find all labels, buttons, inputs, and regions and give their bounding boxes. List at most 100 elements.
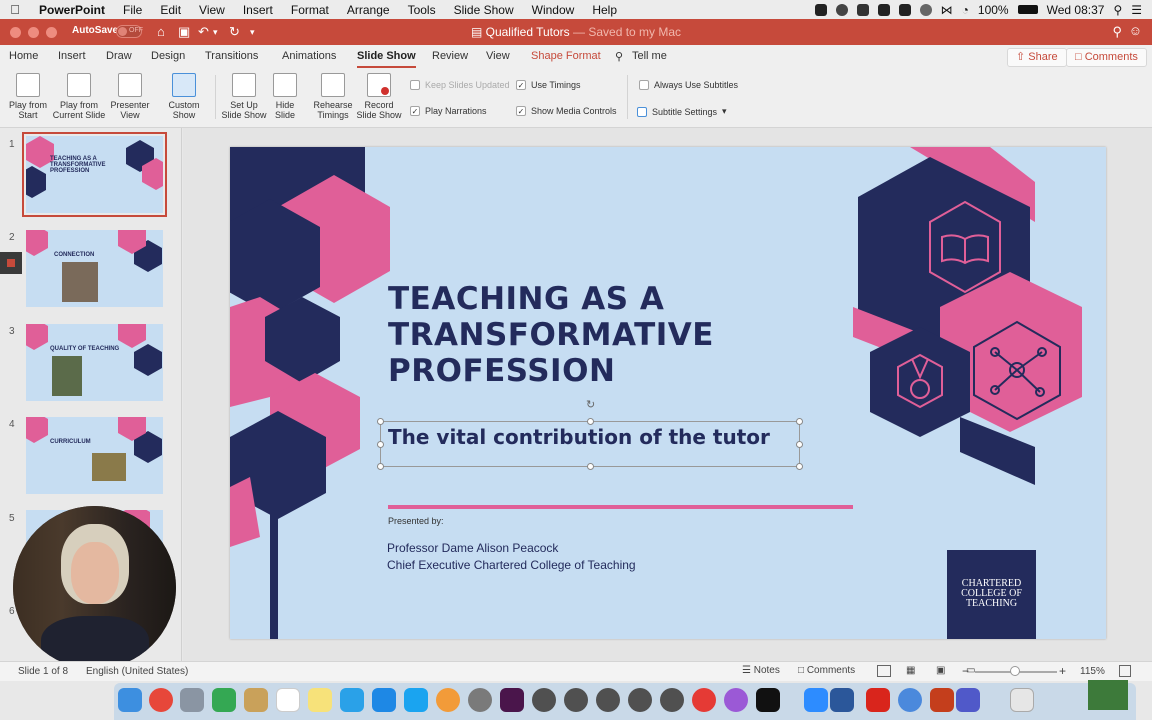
share-button[interactable]: ⇧ Share	[1007, 48, 1067, 67]
slide-sorter-icon[interactable]: ▦	[906, 665, 915, 676]
slide-thumbnail-4[interactable]: CURRICULUM	[26, 417, 163, 494]
always-use-subtitles-checkbox[interactable]: Always Use Subtitles	[639, 80, 738, 90]
resize-handle[interactable]	[377, 441, 384, 448]
resize-handle[interactable]	[377, 463, 384, 470]
presenter-role[interactable]: Chief Executive Chartered College of Tea…	[387, 558, 636, 572]
status-dot-icon[interactable]	[919, 3, 932, 16]
slide-thumbnail-2[interactable]: CONNECTION	[26, 230, 163, 307]
app-icon-3[interactable]	[596, 688, 620, 712]
tab-transitions[interactable]: Transitions	[205, 50, 258, 62]
presenter-name[interactable]: Professor Dame Alison Peacock	[387, 541, 558, 555]
acrobat-icon[interactable]	[877, 3, 890, 16]
camera-status-icon[interactable]	[814, 3, 827, 16]
battery-percent[interactable]: 100%	[978, 3, 1009, 17]
presented-by-label[interactable]: Presented by:	[388, 516, 444, 526]
keynote-icon[interactable]	[372, 688, 396, 712]
news-icon[interactable]	[692, 688, 716, 712]
resize-handle[interactable]	[796, 418, 803, 425]
menu-file[interactable]: File	[114, 3, 151, 17]
slack-icon[interactable]	[500, 688, 524, 712]
acrobat-dock-icon[interactable]	[866, 688, 890, 712]
resize-handle[interactable]	[796, 463, 803, 470]
teams-icon[interactable]	[956, 688, 980, 712]
zoom-in-icon[interactable]: +	[1059, 664, 1066, 678]
resize-handle[interactable]	[587, 463, 594, 470]
screen-recorder-icon[interactable]	[1088, 680, 1128, 710]
menu-format[interactable]: Format	[282, 3, 338, 17]
set-up-slide-show-button[interactable]: Set Up Slide Show	[220, 73, 268, 120]
language-indicator[interactable]: English (United States)	[86, 666, 188, 677]
trash-icon[interactable]	[1010, 688, 1034, 712]
slide-title[interactable]: TEACHING AS A TRANSFORMATIVE PROFESSION	[388, 281, 714, 389]
launchpad-icon[interactable]	[180, 688, 204, 712]
app-icon-4[interactable]	[628, 688, 652, 712]
notes-app-icon[interactable]	[308, 688, 332, 712]
app-icon-2[interactable]	[564, 688, 588, 712]
keep-slides-updated-checkbox[interactable]: Keep Slides Updated	[410, 80, 510, 90]
wifi-icon[interactable]: ◔	[962, 3, 969, 17]
tab-home[interactable]: Home	[9, 50, 38, 62]
record-slide-show-button[interactable]: Record Slide Show	[356, 73, 402, 120]
bluetooth-icon[interactable]: ⋈	[941, 3, 953, 17]
notification-center-icon[interactable]: ☰	[1131, 3, 1142, 17]
hide-slide-button[interactable]: Hide Slide	[270, 73, 300, 120]
zoom-app-icon[interactable]	[804, 688, 828, 712]
quicktime-icon[interactable]	[898, 688, 922, 712]
subtitle-settings-dropdown[interactable]: Subtitle Settings ▾	[637, 106, 727, 117]
presenter-view-button[interactable]: Presenter View	[108, 73, 152, 120]
dropbox-icon[interactable]	[856, 3, 869, 16]
play-from-current-button[interactable]: Play from Current Slide	[52, 73, 106, 120]
numbers-icon[interactable]	[340, 688, 364, 712]
tab-review[interactable]: Review	[432, 50, 468, 62]
menu-edit[interactable]: Edit	[151, 3, 190, 17]
custom-show-button[interactable]: Custom Show	[163, 73, 205, 120]
rotate-handle-icon[interactable]: ↻	[586, 398, 595, 411]
tab-shape-format[interactable]: Shape Format	[531, 50, 601, 62]
tab-slide-show[interactable]: Slide Show	[357, 50, 416, 68]
show-media-controls-checkbox[interactable]: ✓ Show Media Controls	[516, 106, 617, 116]
podcasts-icon[interactable]	[724, 688, 748, 712]
calendar-status-icon[interactable]	[898, 3, 911, 16]
zoom-level[interactable]: 115%	[1080, 666, 1105, 677]
tab-draw[interactable]: Draw	[106, 50, 132, 62]
battery-icon[interactable]	[1017, 5, 1038, 14]
resize-handle[interactable]	[587, 418, 594, 425]
app-store-icon[interactable]	[404, 688, 428, 712]
zoom-out-icon[interactable]: −	[962, 664, 969, 678]
google-drive-icon[interactable]	[212, 688, 236, 712]
tell-me-search[interactable]: Tell me	[632, 50, 667, 62]
resize-handle[interactable]	[377, 418, 384, 425]
word-icon[interactable]	[830, 688, 854, 712]
slide-subtitle[interactable]: The vital contribution of the tutor	[388, 425, 770, 449]
normal-view-icon[interactable]	[877, 665, 891, 677]
play-from-start-button[interactable]: Play from Start	[6, 73, 50, 120]
notes-button[interactable]: ☰ Notes	[742, 665, 780, 676]
rehearse-timings-button[interactable]: Rehearse Timings	[310, 73, 356, 120]
menu-tools[interactable]: Tools	[399, 3, 445, 17]
apple-tv-icon[interactable]	[756, 688, 780, 712]
menubar-clock[interactable]: Wed 08:37	[1047, 3, 1105, 17]
tab-insert[interactable]: Insert	[58, 50, 86, 62]
zoom-slider-thumb[interactable]	[1010, 666, 1020, 676]
slide-1[interactable]: TEACHING AS A TRANSFORMATIVE PROFESSION …	[230, 147, 1106, 639]
finder-icon[interactable]	[118, 688, 142, 712]
menu-window[interactable]: Window	[523, 3, 584, 17]
tab-animations[interactable]: Animations	[282, 50, 336, 62]
fit-to-window-icon[interactable]	[1119, 665, 1131, 677]
use-timings-checkbox[interactable]: ✓ Use Timings	[516, 80, 581, 90]
comments-button[interactable]: □ Comments	[1066, 48, 1147, 67]
system-preferences-icon[interactable]	[468, 688, 492, 712]
menu-arrange[interactable]: Arrange	[338, 3, 399, 17]
app-icon-5[interactable]	[660, 688, 684, 712]
powerpoint-icon[interactable]	[930, 688, 954, 712]
apple-menu-icon[interactable]: 	[0, 2, 30, 17]
chrome-icon[interactable]	[149, 688, 173, 712]
comments-status-button[interactable]: □ Comments	[798, 665, 855, 676]
app-icon-1[interactable]	[532, 688, 556, 712]
slide-thumbnail-3[interactable]: QUALITY OF TEACHING	[26, 324, 163, 401]
menu-help[interactable]: Help	[583, 3, 626, 17]
play-narrations-checkbox[interactable]: ✓ Play Narrations	[410, 106, 487, 116]
photos-icon[interactable]	[436, 688, 460, 712]
menu-insert[interactable]: Insert	[234, 3, 282, 17]
menu-slide-show[interactable]: Slide Show	[445, 3, 523, 17]
